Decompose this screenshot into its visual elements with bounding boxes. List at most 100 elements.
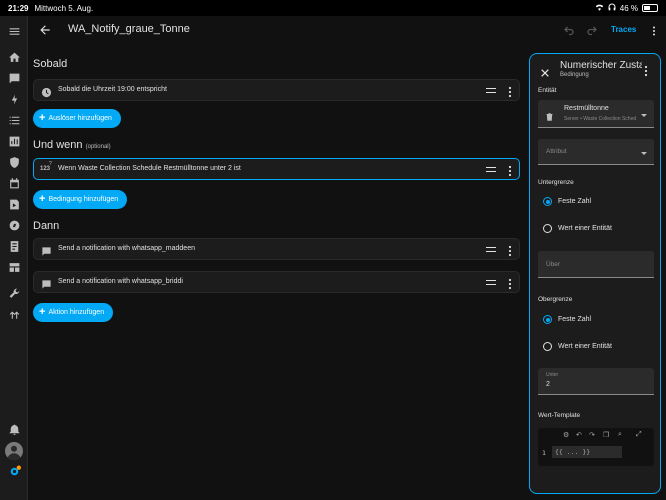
actions-heading: Dann [33, 220, 60, 232]
add-condition-button[interactable]: + Bedingung hinzufügen [33, 190, 128, 209]
undo-icon[interactable]: ↶ [576, 431, 582, 439]
action-label: Send a notification with whatsapp_briddi [58, 278, 183, 285]
lower-limit-label: Untergrenze [538, 179, 574, 186]
gear-icon[interactable]: ⚙ [563, 431, 569, 439]
clock-icon [41, 85, 52, 98]
trigger-label: Sobald die Uhrzeit 19:00 entspricht [58, 86, 167, 93]
entity-label: Entität [538, 87, 557, 94]
template-label: Wert-Template [538, 412, 581, 419]
action-label: Send a notification with whatsapp_maddee… [58, 245, 195, 252]
triggers-heading: Sobald [33, 58, 68, 70]
upper-entity-label: Wert einer Entität [558, 343, 612, 350]
shield-icon[interactable] [7, 155, 21, 169]
close-icon[interactable] [540, 65, 550, 77]
conditions-optional: (optional) [85, 144, 111, 150]
media-icon[interactable] [7, 197, 21, 211]
entity-subtitle: Server • Waste Collection Schedule [564, 116, 636, 122]
status-date: Mittwoch 5. Aug. [34, 3, 94, 13]
more-vert-icon[interactable] [506, 85, 514, 98]
energy-icon[interactable] [7, 92, 21, 106]
plus-icon: + [39, 193, 46, 205]
template-editor[interactable]: ⚙ ↶ ↷ ❐ ⌕ ⤢ 1 {{ ... }} [538, 428, 654, 466]
logbook-icon[interactable] [7, 71, 21, 85]
redo-icon[interactable] [586, 24, 598, 36]
avatar[interactable] [5, 442, 23, 460]
more-vert-icon[interactable] [642, 64, 650, 77]
panel-subtitle: Bedingung [560, 72, 589, 78]
drag-handle-icon[interactable] [486, 280, 496, 285]
plus-icon: + [39, 112, 46, 124]
upper-fixed-radio[interactable] [543, 315, 552, 324]
panel-title: Numerischer Zustand [560, 60, 642, 71]
entity-picker[interactable]: Restmülltonne Server • Waste Collection … [538, 100, 654, 128]
below-input[interactable]: Unter 2 [538, 368, 654, 395]
more-vert-icon[interactable] [506, 244, 514, 257]
undo-icon[interactable] [563, 24, 575, 36]
history-icon[interactable] [7, 134, 21, 148]
headphones-icon [608, 3, 616, 13]
battery-percent: 46 % [619, 3, 638, 13]
more-vert-icon[interactable] [648, 24, 660, 36]
drag-handle-icon[interactable] [486, 167, 496, 172]
list-icon[interactable] [7, 113, 21, 127]
attribute-placeholder: Attribut [546, 148, 567, 155]
map-icon[interactable] [7, 218, 21, 232]
numeric-icon: 123 ? [40, 161, 52, 172]
action-row[interactable]: Send a notification with whatsapp_briddi [33, 271, 520, 293]
upper-limit-label: Obergrenze [538, 296, 573, 303]
below-value: 2 [546, 381, 550, 388]
action-row[interactable]: Send a notification with whatsapp_maddee… [33, 238, 520, 260]
more-vert-icon[interactable] [506, 277, 514, 290]
fullscreen-icon[interactable]: ⤢ [636, 431, 642, 439]
attribute-select[interactable]: Attribut [538, 139, 654, 165]
line-number: 1 [542, 449, 546, 457]
page-title: WA_Notify_graue_Tonne [68, 23, 190, 35]
bell-icon[interactable] [7, 422, 21, 436]
condition-label: Wenn Waste Collection Schedule Restmüllt… [58, 165, 241, 172]
wifi-icon [595, 3, 604, 13]
template-code[interactable]: {{ ... }} [552, 446, 622, 458]
condition-row[interactable]: 123 ? Wenn Waste Collection Schedule Res… [33, 158, 520, 180]
trigger-row[interactable]: Sobald die Uhrzeit 19:00 entspricht [33, 79, 520, 101]
grid-icon[interactable] [7, 260, 21, 274]
home-icon[interactable] [7, 50, 21, 64]
upper-entity-radio[interactable] [543, 342, 552, 351]
above-input[interactable]: Über [538, 251, 654, 278]
redo-icon[interactable]: ↷ [589, 431, 595, 439]
status-time: 21:29 [8, 3, 29, 13]
search-icon[interactable]: ⌕ [618, 431, 622, 439]
sidebar [0, 16, 28, 500]
drag-handle-icon[interactable] [486, 88, 496, 93]
traces-button[interactable]: Traces [611, 25, 636, 34]
add-action-label: Aktion hinzufügen [48, 309, 105, 316]
condition-editor-panel: Numerischer Zustand Bedingung Entität Re… [529, 53, 661, 494]
chevron-down-icon [641, 113, 647, 117]
chevron-down-icon [641, 151, 647, 155]
calendar-icon[interactable] [7, 176, 21, 190]
wrench-icon[interactable] [7, 286, 21, 300]
integration-icon[interactable] [7, 308, 21, 322]
lower-fixed-label: Feste Zahl [558, 198, 592, 205]
copy-icon[interactable]: ❐ [603, 431, 609, 439]
entity-name: Restmülltonne [564, 105, 609, 112]
lower-fixed-radio[interactable] [543, 197, 552, 206]
todo-icon[interactable] [7, 239, 21, 253]
status-bar: 21:29 Mittwoch 5. Aug. 46 % [0, 0, 666, 16]
above-placeholder: Über [546, 261, 561, 268]
below-label: Unter [546, 372, 559, 378]
top-bar: WA_Notify_graue_Tonne Traces [28, 16, 666, 46]
back-arrow-icon[interactable] [38, 23, 52, 37]
lower-entity-label: Wert einer Entität [558, 225, 612, 232]
trash-icon [545, 109, 554, 121]
add-trigger-label: Auslöser hinzufügen [48, 115, 112, 122]
menu-icon[interactable] [7, 24, 21, 38]
add-action-button[interactable]: + Aktion hinzufügen [33, 303, 114, 322]
conditions-title: Und wenn [33, 139, 83, 151]
add-trigger-button[interactable]: + Auslöser hinzufügen [33, 109, 121, 128]
upper-fixed-label: Feste Zahl [558, 316, 592, 323]
settings-icon[interactable] [7, 464, 21, 478]
message-icon [41, 244, 52, 256]
drag-handle-icon[interactable] [486, 247, 496, 252]
more-vert-icon[interactable] [506, 164, 514, 177]
lower-entity-radio[interactable] [543, 224, 552, 233]
